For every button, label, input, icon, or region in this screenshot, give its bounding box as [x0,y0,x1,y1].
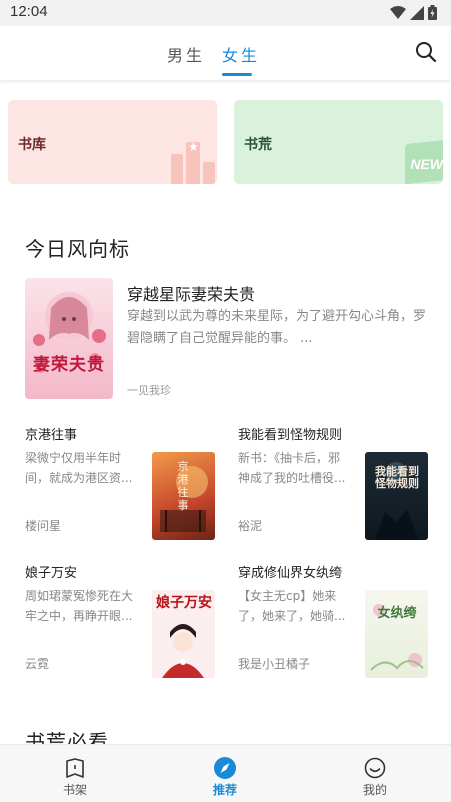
book-cover-title: 京港往事 [177,460,189,512]
battery-icon [428,5,437,20]
nav-recommend[interactable]: 推荐 [170,745,280,802]
bar-chart-icon [171,138,217,184]
tab-female[interactable]: 女生 [222,42,260,66]
status-time: 12:04 [10,3,48,20]
book-shortage-card[interactable]: 书荒 NEW [234,100,443,184]
book-description: 梁微宁仅用半年时间，就成为港区资... [25,451,133,485]
book-cover: 女纨绔 [365,590,428,678]
featured-cover-title: 妻荣夫贵 [33,355,105,375]
new-badge-text: NEW [410,156,443,172]
book-cover-title: 我能看到怪物规则 [375,465,419,490]
featured-book-cover[interactable]: 妻荣夫贵 [25,278,113,399]
book-shortage-label: 书荒 [244,137,272,153]
nav-bookshelf[interactable]: 书架 [20,745,130,802]
bottom-nav: 书架 推荐 我的 [0,744,451,802]
featured-book-author: 一见我珍 [127,384,171,397]
book-description: 【女主无cp】她来了，她来了，她骑... [238,589,346,623]
book-cover: 京港往事 [152,452,215,540]
book-author: 我是小丑橘子 [238,657,311,671]
section-title-today: 今日风向标 [25,237,130,261]
book-item[interactable]: 穿成修仙界女纨绔 【女主无cp】她来了，她来了，她骑... 我是小丑橘子 女纨绔 [238,562,428,682]
featured-book-title[interactable]: 穿越星际妻荣夫贵 [127,281,255,305]
featured-book-description: 穿越到以武为尊的未来星际，为了避开勾心斗角，罗碧隐瞒了自己觉醒异能的事。 ... [127,309,427,346]
book-item[interactable]: 我能看到怪物规则 新书：《抽卡后，邪神成了我的吐槽役... 裕泥 我能看到怪物规… [238,424,428,544]
nav-recommend-label: 推荐 [212,783,237,797]
status-icons [390,5,437,20]
book-item[interactable]: 娘子万安 周如珺蒙冤惨死在大牢之中，再睁开眼... 云霓 娘子万安 [25,562,215,682]
book-author: 裕泥 [238,519,263,533]
search-icon[interactable] [415,41,437,63]
book-title: 娘子万安 [25,566,78,581]
tab-male[interactable]: 男生 [167,42,205,66]
book-description: 周如珺蒙冤惨死在大牢之中，再睁开眼... [25,589,133,623]
book-title: 我能看到怪物规则 [238,428,343,443]
book-author: 楼问星 [25,519,62,533]
book-title: 穿成修仙界女纨绔 [238,566,343,581]
top-nav: 男生 女生 [0,26,451,80]
status-bar: 12:04 [0,0,451,26]
library-card[interactable]: 书库 [8,100,217,184]
bookshelf-icon [66,758,84,778]
wifi-icon [390,5,406,19]
nav-mine[interactable]: 我的 [320,745,430,802]
book-cover-title: 娘子万安 [156,595,212,611]
book-title: 京港往事 [25,428,78,443]
library-label: 书库 [18,137,46,153]
book-cover: 我能看到怪物规则 [365,452,428,540]
nav-bookshelf-label: 书架 [62,783,87,797]
book-author: 云霓 [25,657,50,671]
compass-icon [214,757,236,779]
nav-mine-label: 我的 [362,783,387,797]
book-description: 新书：《抽卡后，邪神成了我的吐槽役... [238,451,346,485]
signal-icon [410,5,424,20]
book-cover: 娘子万安 [152,590,215,678]
book-cover-title: 女纨绔 [377,606,417,621]
tab-active-indicator [222,73,252,76]
book-item[interactable]: 京港往事 梁微宁仅用半年时间，就成为港区资... 楼问星 京港往事 [25,424,215,544]
smiley-icon [364,757,386,779]
